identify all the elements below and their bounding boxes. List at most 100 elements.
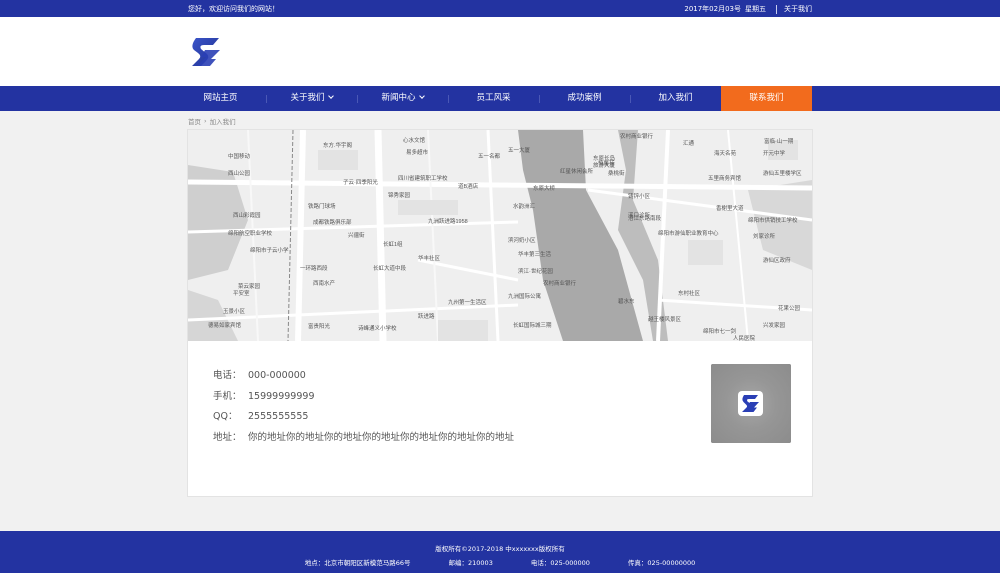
map-label: 绵阳市七一剑 — [703, 327, 737, 335]
contact-card: 中国移动 东方.华宇阁易多超市五一名都 五一大厦 农村商业银行富临·山一期 开元中学 心水… — [187, 129, 813, 497]
map-label: 道B酒店 — [458, 182, 479, 190]
top-bar-right: 2017年02月03号 星期五 关于我们 — [684, 4, 812, 14]
nav-news[interactable]: 新闻中心 — [357, 86, 448, 111]
map-label: 四川省建筑职工学校 — [398, 174, 448, 182]
map-label: 兴疆街 — [348, 231, 365, 239]
map-label: 红星休闲会所 — [560, 167, 594, 175]
footer-postcode: 邮编：210003 — [448, 559, 493, 567]
qq-label: QQ： — [213, 411, 238, 422]
map-label: 富贵阳光 — [308, 322, 331, 330]
nav-join-label: 加入我们 — [658, 93, 693, 103]
nav-staff[interactable]: 员工风采 — [448, 86, 539, 111]
map-label: 涪江东路南段 — [628, 214, 662, 222]
map-label: 铸锌小区 — [628, 192, 651, 200]
weekday-text: 星期五 — [745, 5, 766, 13]
map-label: 跃进路 — [418, 312, 435, 320]
map-label: 西山彩霞园 — [233, 211, 261, 219]
map-label: 开元中学 — [763, 149, 786, 157]
qq-row: QQ： 2555555555 — [213, 407, 514, 428]
map-label: 游仙五里楼学区 — [763, 169, 802, 177]
footer-phone: 电话：025-000000 — [530, 559, 590, 567]
map-label: 中国移动 — [228, 152, 251, 160]
footer-contact: 地点：北京市朝阳区新模范马路66号 邮编：210003 电话：025-00000… — [0, 557, 1000, 567]
map-label: 绵阳市游仙职业教育中心 — [658, 229, 719, 237]
map-label: 华丰社区 — [418, 254, 441, 262]
qr-code-icon — [711, 364, 791, 443]
top-divider — [776, 4, 777, 14]
map-label: 九州第一生活区 — [448, 298, 487, 306]
nav-staff-label: 员工风采 — [476, 93, 511, 103]
map-label: 一环路西段 — [300, 264, 328, 272]
map[interactable]: 中国移动 东方.华宇阁易多超市五一名都 五一大厦 农村商业银行富临·山一期 开元中学 心水… — [188, 130, 812, 341]
map-label: 五里商务宾馆 — [708, 174, 742, 182]
nav-cases[interactable]: 成功案例 — [539, 86, 630, 111]
map-label: 玉景小区 — [223, 307, 246, 315]
map-label: 东方.华宇阁 — [323, 141, 352, 149]
phone-row: 电话： 000-000000 — [213, 366, 514, 387]
map-label: 人民医院 — [733, 334, 756, 341]
map-label: 兴发家园 — [763, 321, 786, 329]
map-label: 绵阳航空职业学校 — [228, 229, 273, 237]
map-label: 长虹国际城三期 — [513, 321, 552, 329]
nav-about-label: 关于我们 — [290, 93, 325, 103]
about-us-link[interactable]: 关于我们 — [784, 4, 812, 14]
s-logo-icon[interactable] — [189, 35, 223, 69]
map-label: 华丰第三生活 — [518, 250, 552, 258]
map-label: 碧水东 — [618, 297, 635, 305]
map-label: 越王楼风景区 — [648, 315, 682, 323]
map-label: 铁路门球场 — [308, 202, 336, 210]
nav-news-label: 新闻中心 — [381, 93, 416, 103]
map-label: 东原大桥 — [533, 184, 556, 192]
address-row: 地址： 你的地址你的地址你的地址你的地址你的地址你的地址你的地址 — [213, 428, 514, 449]
map-label: 九洲跃进路1958 — [428, 217, 468, 225]
map-label: 心水文馆 — [403, 136, 426, 144]
footer-address: 地点：北京市朝阳区新模范马路66号 — [304, 559, 411, 567]
map-label: 长虹大道中段 — [373, 264, 407, 272]
nav-join[interactable]: 加入我们 — [630, 86, 721, 111]
phone-label: 电话： — [213, 370, 242, 381]
nav-cases-label: 成功案例 — [567, 93, 602, 103]
breadcrumb-current: 加入我们 — [209, 118, 236, 126]
map-label: 易多超市 — [406, 148, 429, 156]
map-label: 香榭里大道 — [716, 204, 744, 212]
contact-info: 电话： 000-000000 手机： 15999999999 QQ： 25555… — [213, 366, 514, 448]
map-label: 水韵洲汇 — [513, 202, 536, 210]
map-label: 西山公园 — [228, 169, 251, 177]
nav-contact-label: 联系我们 — [749, 93, 784, 103]
map-label: 绵阳市子云小学 — [250, 246, 289, 254]
date-text: 2017年02月03号 — [684, 5, 741, 13]
nav-home[interactable]: 网站主页 — [175, 86, 266, 111]
map-label: 德易如家宾馆 — [208, 321, 242, 329]
nav-contact[interactable]: 联系我们 — [721, 86, 812, 111]
chevron-right-icon: › — [204, 117, 207, 125]
map-label: 诗峰通义小学校 — [358, 324, 397, 332]
footer-fax: 传真：025-00000000 — [627, 559, 696, 567]
map-label: 五一名都 — [478, 152, 501, 160]
chevron-down-icon — [418, 93, 425, 99]
welcome-text: 您好，欢迎访问我们的网站！ — [188, 5, 279, 13]
copyright-text: 版权所有©2017-2018 中xxxxxxx版权所有 — [435, 545, 565, 553]
map-label: 农村商业银行 — [620, 132, 654, 140]
address-label: 地址： — [213, 431, 242, 443]
map-label: 五一大厦 — [508, 146, 531, 154]
qq-value: 2555555555 — [248, 411, 309, 422]
map-label: 平安室 — [233, 289, 250, 297]
nav-about[interactable]: 关于我们 — [266, 86, 357, 111]
breadcrumb: 首页 › 加入我们 — [188, 116, 236, 126]
map-label: 恒馨苑 — [598, 159, 615, 167]
map-label: 长虹1组 — [383, 240, 403, 248]
mobile-row: 手机： 15999999999 — [213, 387, 514, 408]
mobile-label: 手机： — [213, 390, 242, 402]
map-label: 游仙区政府 — [763, 256, 791, 264]
map-label: 富临·山一期 — [764, 137, 794, 145]
map-label: 成都铁路俱乐部 — [313, 218, 352, 226]
map-label: 刘家诊所 — [753, 232, 776, 240]
main-nav: 网站主页 关于我们 新闻中心 员工风采 成功案例 加入我们 联系我们 — [0, 86, 1000, 111]
map-label: 菜云家园 — [238, 282, 261, 290]
map-label: 九洲国际公寓 — [508, 292, 542, 300]
breadcrumb-home[interactable]: 首页 — [188, 116, 201, 126]
chevron-down-icon — [327, 93, 334, 99]
map-label: 花果公园 — [778, 304, 801, 312]
map-label: 子云·四季阳光 — [343, 178, 378, 186]
map-label: 西南水产 — [313, 279, 336, 287]
